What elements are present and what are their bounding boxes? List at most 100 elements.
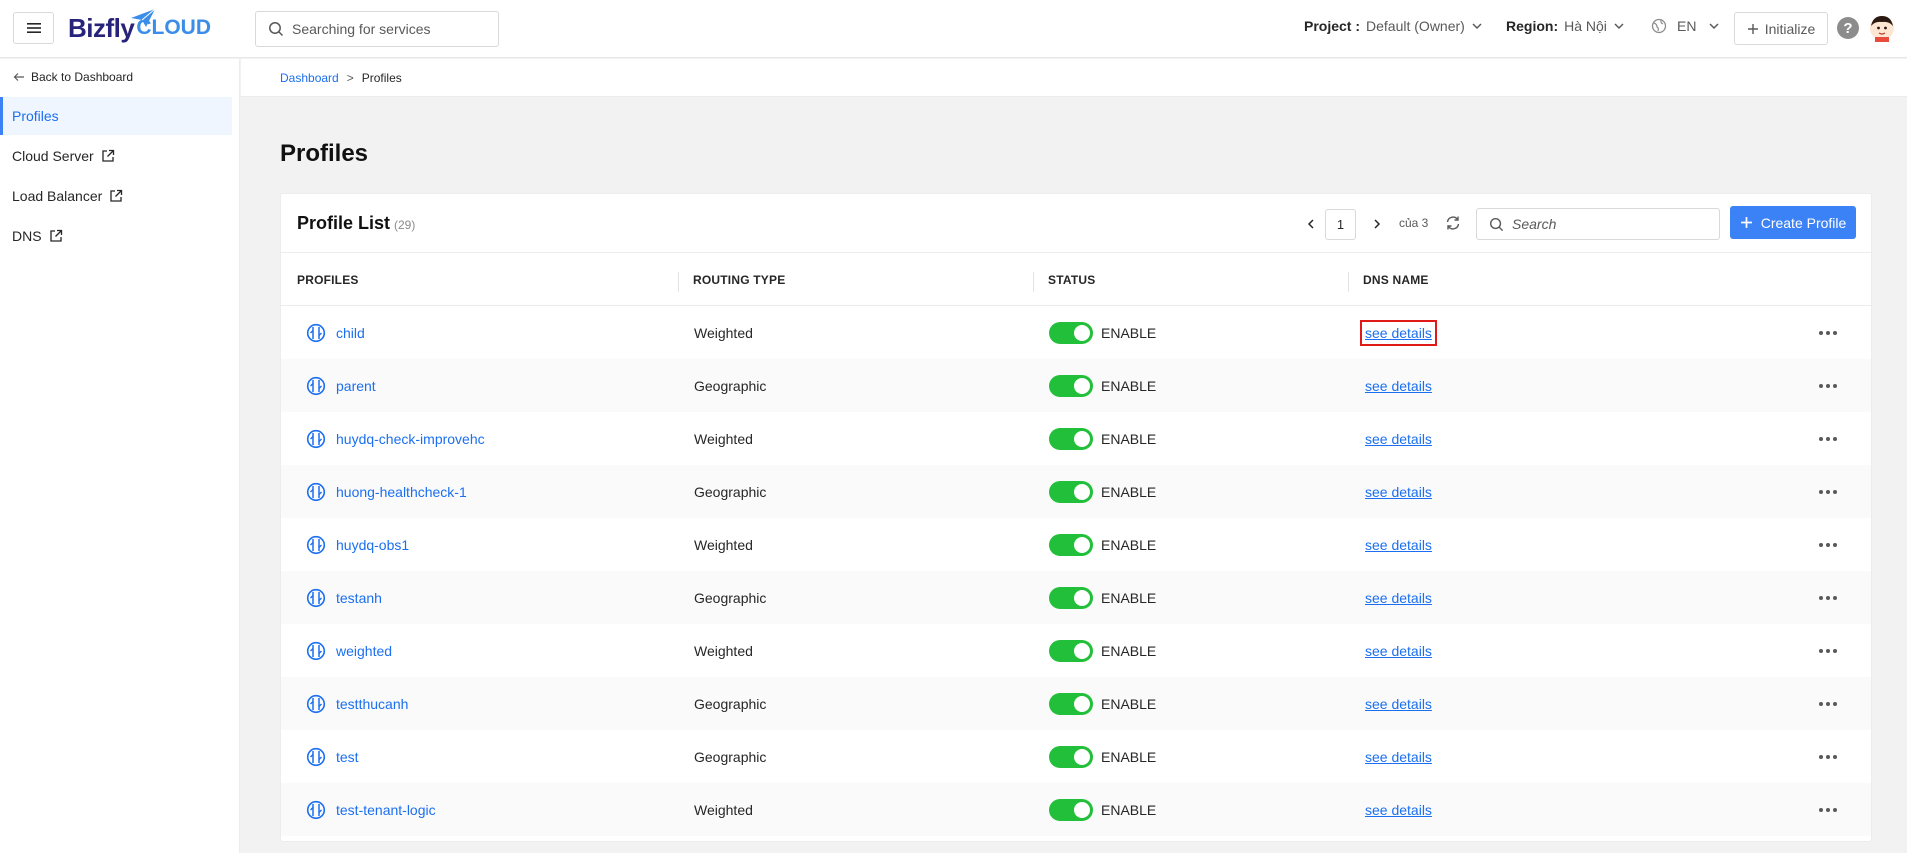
profile-name-link[interactable]: child [336, 325, 365, 341]
initialize-button[interactable]: Initialize [1734, 12, 1828, 45]
refresh-icon[interactable] [1443, 213, 1463, 233]
more-actions-button[interactable] [1819, 571, 1837, 624]
top-bar: Bizfly CLOUD Project : Default (Owner) R… [0, 0, 1907, 58]
help-icon[interactable]: ? [1837, 17, 1859, 39]
status-cell: ENABLE [1049, 677, 1156, 730]
profile-search[interactable] [1476, 208, 1720, 240]
status-toggle[interactable] [1049, 321, 1093, 344]
back-to-dashboard-link[interactable]: Back to Dashboard [13, 70, 133, 84]
column-dns-name: DNS NAME [1363, 272, 1429, 287]
more-actions-button[interactable] [1819, 306, 1837, 359]
more-dots-icon [1819, 330, 1823, 335]
create-profile-label: Create Profile [1760, 214, 1847, 231]
more-dots-icon [1819, 807, 1823, 812]
profile-name-link[interactable]: testanh [336, 590, 382, 606]
more-dots-icon [1833, 754, 1837, 759]
project-selector[interactable]: Project : Default (Owner) [1304, 18, 1483, 34]
see-details-link[interactable]: see details [1365, 696, 1432, 712]
more-actions-button[interactable] [1819, 518, 1837, 571]
more-dots-icon [1819, 383, 1823, 388]
routing-type: Geographic [694, 695, 767, 712]
service-search[interactable] [255, 11, 499, 47]
profile-name-link[interactable]: testthucanh [336, 696, 408, 712]
see-details-link[interactable]: see details [1365, 802, 1432, 818]
sidebar-item-profiles[interactable]: Profiles [0, 97, 232, 135]
status-toggle[interactable] [1049, 374, 1093, 397]
column-divider [1348, 272, 1349, 292]
dns-cell: see details [1365, 571, 1432, 624]
more-actions-button[interactable] [1819, 677, 1837, 730]
see-details-link[interactable]: see details [1365, 378, 1432, 394]
chevron-down-icon [1709, 23, 1719, 30]
service-search-input[interactable] [292, 21, 482, 37]
profile-name-link[interactable]: weighted [336, 643, 392, 659]
profile-name-link[interactable]: huong-healthcheck-1 [336, 484, 467, 500]
profile-search-input[interactable] [1512, 216, 1712, 232]
current-page-input[interactable]: 1 [1325, 209, 1356, 240]
breadcrumb: Dashboard > Profiles [241, 59, 1907, 97]
chevron-left-icon [1307, 219, 1314, 229]
profile-name-link[interactable]: huydq-check-improvehc [336, 431, 485, 447]
more-actions-button[interactable] [1819, 730, 1837, 783]
chevron-down-icon [1614, 23, 1624, 30]
dns-cell: see details [1360, 306, 1437, 359]
status-cell: ENABLE [1049, 412, 1156, 465]
sidebar-item-cloud-server[interactable]: Cloud Server [0, 137, 232, 175]
profile-name-link[interactable]: test [336, 749, 359, 765]
more-actions-button[interactable] [1819, 412, 1837, 465]
initialize-label: Initialize [1764, 20, 1816, 37]
see-details-link[interactable]: see details [1365, 749, 1432, 765]
routing-type: Geographic [694, 377, 767, 394]
plus-icon [1740, 217, 1752, 228]
more-dots-icon [1826, 383, 1830, 388]
plus-icon [1747, 23, 1758, 34]
status-toggle[interactable] [1049, 480, 1093, 503]
status-label: ENABLE [1101, 748, 1157, 765]
profile-name-link[interactable]: huydq-obs1 [336, 537, 409, 553]
profile-name-link[interactable]: test-tenant-logic [336, 802, 436, 818]
status-toggle[interactable] [1049, 798, 1093, 821]
see-details-link[interactable]: see details [1365, 537, 1432, 553]
region-selector[interactable]: Region: Hà Nội [1506, 18, 1625, 34]
status-toggle[interactable] [1049, 533, 1093, 556]
profile-cell: huydq-check-improvehc [306, 412, 485, 465]
see-details-link[interactable]: see details [1365, 643, 1432, 659]
more-actions-button[interactable] [1819, 624, 1837, 677]
status-toggle[interactable] [1049, 427, 1093, 450]
breadcrumb-current: Profiles [361, 70, 402, 85]
profile-name-link[interactable]: parent [336, 378, 376, 394]
status-label: ENABLE [1101, 801, 1157, 818]
menu-button[interactable] [13, 12, 54, 44]
page-title: Profiles [280, 140, 369, 167]
region-value: Hà Nội [1564, 18, 1607, 34]
more-actions-button[interactable] [1819, 783, 1837, 836]
language-selector[interactable]: EN [1651, 18, 1720, 34]
status-cell: ENABLE [1049, 624, 1156, 677]
see-details-link[interactable]: see details [1365, 431, 1432, 447]
create-profile-button[interactable]: Create Profile [1730, 206, 1856, 239]
status-toggle[interactable] [1049, 692, 1093, 715]
avatar[interactable] [1869, 14, 1895, 42]
dns-cell: see details [1365, 465, 1432, 518]
traffic-profile-icon [306, 535, 326, 554]
see-details-link[interactable]: see details [1365, 590, 1432, 606]
logo[interactable]: Bizfly CLOUD [68, 8, 211, 46]
external-link-icon [102, 149, 114, 162]
status-cell: ENABLE [1049, 571, 1156, 624]
next-page-button[interactable] [1365, 210, 1389, 238]
external-link-icon [110, 189, 123, 202]
sidebar-item-load-balancer[interactable]: Load Balancer [0, 177, 232, 215]
table-row: testthucanh Geographic ENABLE see details [281, 677, 1871, 730]
status-toggle[interactable] [1049, 586, 1093, 609]
sidebar-item-dns[interactable]: DNS [0, 217, 232, 255]
status-toggle[interactable] [1049, 745, 1093, 768]
search-icon [269, 22, 284, 37]
status-toggle[interactable] [1049, 639, 1093, 662]
more-actions-button[interactable] [1819, 465, 1837, 518]
breadcrumb-dashboard[interactable]: Dashboard [280, 71, 339, 85]
see-details-link[interactable]: see details [1360, 319, 1437, 346]
prev-page-button[interactable] [1299, 210, 1323, 238]
dns-cell: see details [1365, 412, 1432, 465]
see-details-link[interactable]: see details [1365, 484, 1432, 500]
more-actions-button[interactable] [1819, 359, 1837, 412]
